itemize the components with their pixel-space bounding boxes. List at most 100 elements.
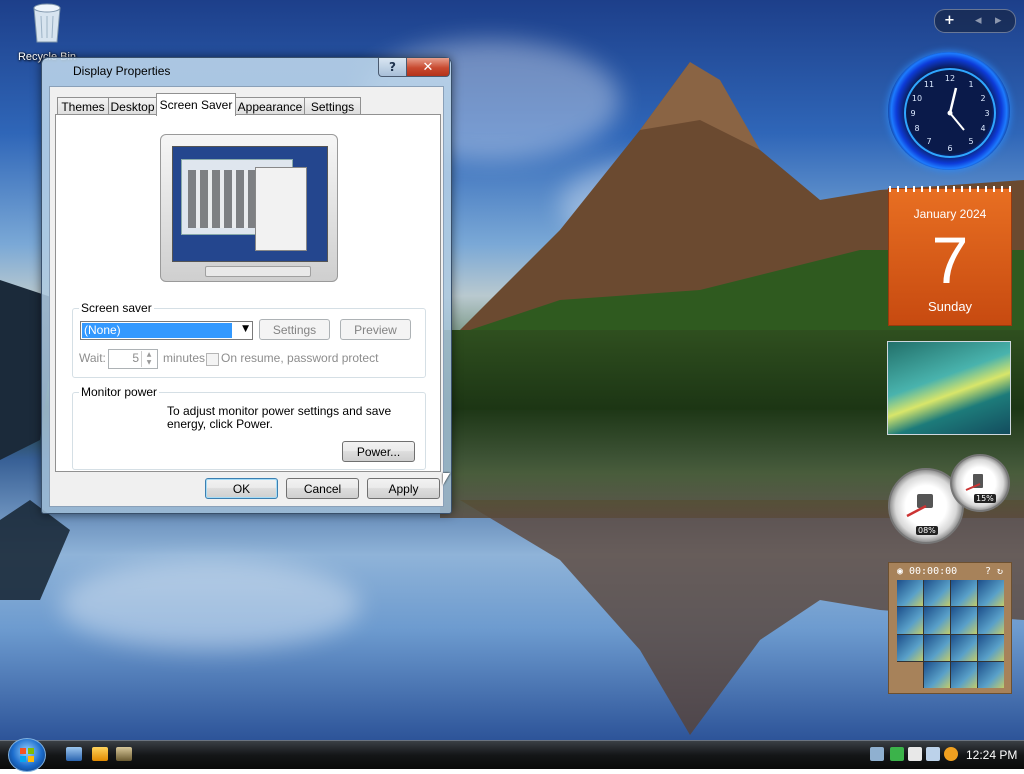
tab-desktop[interactable]: Desktop [108, 97, 157, 115]
password-protect-label: On resume, password protect [221, 351, 379, 365]
sidebar-next-button[interactable]: ▸ [995, 13, 1002, 28]
puzzle-tile[interactable] [978, 661, 1004, 688]
chevron-down-icon: ▼ [242, 324, 249, 334]
puzzle-tile[interactable] [924, 580, 950, 607]
puzzle-timer: 00:00:00 [909, 566, 958, 577]
svg-text:3: 3 [984, 109, 989, 118]
tab-themes[interactable]: Themes [57, 97, 109, 115]
windows-logo-icon [20, 748, 34, 762]
svg-text:12: 12 [945, 74, 955, 83]
memory-meter-gadget[interactable]: 15% [950, 454, 1010, 512]
help-icon[interactable]: ? [985, 565, 991, 579]
clock-gadget[interactable]: 12 1 2 3 45 6 7 8 9 10 11 [888, 52, 1010, 170]
monitor-power-group: Monitor power To adjust monitor power se… [72, 385, 426, 470]
close-button[interactable]: ✕ [406, 58, 450, 77]
show-desktop-icon[interactable] [66, 747, 82, 761]
svg-text:8: 8 [914, 124, 919, 133]
puzzle-tile[interactable] [978, 580, 1004, 607]
wait-minutes-value: 5 [132, 351, 139, 365]
taskbar: 12:24 PM [0, 738, 1024, 772]
sidebar-controls: + ◂ ▸ [934, 9, 1016, 33]
svg-text:10: 10 [912, 94, 922, 103]
dialog-client-area: Themes Desktop Screen Saver Appearance S… [49, 86, 444, 507]
preview-window-side [255, 167, 307, 251]
slideshow-gadget[interactable] [887, 341, 1011, 435]
preview-screen [172, 146, 328, 262]
search-icon[interactable] [944, 747, 958, 761]
clock-hands-icon: 12 12 3 45 6 7 8 9 1011 [910, 74, 989, 153]
puzzle-tile[interactable] [978, 634, 1004, 661]
clock-face: 12 1 2 3 45 6 7 8 9 10 11 [904, 68, 996, 158]
spin-arrows-icon[interactable]: ▲ ▼ [141, 351, 156, 367]
volume-icon[interactable] [926, 747, 940, 761]
preview-button[interactable]: Preview [340, 319, 411, 340]
calendar-gadget[interactable]: January 2024 7 Sunday [888, 186, 1012, 326]
shuffle-icon[interactable]: ↻ [997, 565, 1003, 579]
puzzle-tile[interactable] [897, 607, 923, 634]
monitor-preview [160, 134, 338, 282]
network-icon[interactable] [870, 747, 884, 761]
media-player-icon[interactable] [92, 747, 108, 761]
puzzle-tile[interactable] [951, 634, 977, 661]
monitor-stand [205, 266, 311, 277]
tab-appearance[interactable]: Appearance [235, 97, 305, 115]
puzzle-tile[interactable] [951, 607, 977, 634]
puzzle-toolbar: ◉ 00:00:00 ? ↻ [893, 565, 1007, 579]
recycle-bin-icon [33, 3, 61, 43]
calendar-month: January 2024 [913, 207, 987, 221]
cpu-usage-value: 08% [916, 526, 938, 535]
pause-icon[interactable]: ◉ [897, 565, 903, 579]
ok-button[interactable]: OK [205, 478, 278, 499]
tab-settings[interactable]: Settings [304, 97, 361, 115]
power-button[interactable]: Power... [342, 441, 415, 462]
screen-saver-group-label: Screen saver [79, 301, 154, 315]
wait-minutes-stepper[interactable]: 5 ▲ ▼ [108, 349, 158, 369]
help-button[interactable]: ? [378, 58, 407, 77]
svg-text:5: 5 [968, 137, 973, 146]
minutes-label: minutes [163, 351, 206, 365]
svg-text:7: 7 [926, 137, 931, 146]
security-icon[interactable] [890, 747, 904, 761]
dialog-title: Display Properties [73, 64, 171, 78]
calendar-rings [889, 186, 1011, 192]
screen-saver-group: Screen saver (None) ▼ Settings Preview W… [72, 301, 426, 378]
svg-text:6: 6 [947, 144, 952, 153]
apply-button[interactable]: Apply [367, 478, 440, 499]
password-protect-checkbox[interactable] [206, 353, 219, 366]
puzzle-tile[interactable] [978, 607, 1004, 634]
start-button[interactable] [8, 738, 46, 772]
sidebar-prev-button[interactable]: ◂ [975, 13, 982, 28]
cancel-button[interactable]: Cancel [286, 478, 359, 499]
display-properties-dialog: Display Properties ? ✕ Themes Desktop Sc… [41, 57, 452, 514]
svg-text:4: 4 [980, 124, 985, 133]
puzzle-tile[interactable] [951, 661, 977, 688]
memory-usage-value: 15% [974, 494, 996, 503]
calendar-day: 7 [931, 223, 969, 297]
mouse-pointer-icon [443, 473, 450, 485]
puzzle-tile[interactable] [924, 634, 950, 661]
puzzle-tile[interactable] [897, 580, 923, 607]
screen-saver-select[interactable]: (None) ▼ [80, 321, 253, 340]
picture-puzzle-gadget[interactable]: ◉ 00:00:00 ? ↻ [888, 562, 1012, 694]
mouse-icon[interactable] [908, 747, 922, 761]
switch-windows-icon[interactable] [116, 747, 132, 761]
wait-label: Wait: [79, 351, 106, 365]
tab-screen-saver[interactable]: Screen Saver [156, 93, 236, 116]
screen-saver-selected-value: (None) [82, 323, 232, 338]
svg-text:1: 1 [968, 80, 973, 89]
taskbar-clock[interactable]: 12:24 PM [966, 748, 1017, 762]
svg-text:2: 2 [980, 94, 985, 103]
puzzle-empty-slot[interactable] [897, 661, 923, 688]
puzzle-tile[interactable] [897, 634, 923, 661]
puzzle-tile[interactable] [951, 580, 977, 607]
monitor-power-description: To adjust monitor power settings and sav… [167, 404, 392, 431]
puzzle-tile[interactable] [924, 661, 950, 688]
puzzle-tile[interactable] [924, 607, 950, 634]
settings-button[interactable]: Settings [259, 319, 330, 340]
svg-text:9: 9 [910, 109, 915, 118]
monitor-power-group-label: Monitor power [79, 385, 160, 399]
puzzle-tiles[interactable] [897, 580, 1004, 688]
calendar-weekday: Sunday [927, 299, 973, 314]
desktop-icon-recycle-bin[interactable]: Recycle Bin [12, 2, 82, 63]
add-gadget-button[interactable]: + [944, 13, 955, 28]
